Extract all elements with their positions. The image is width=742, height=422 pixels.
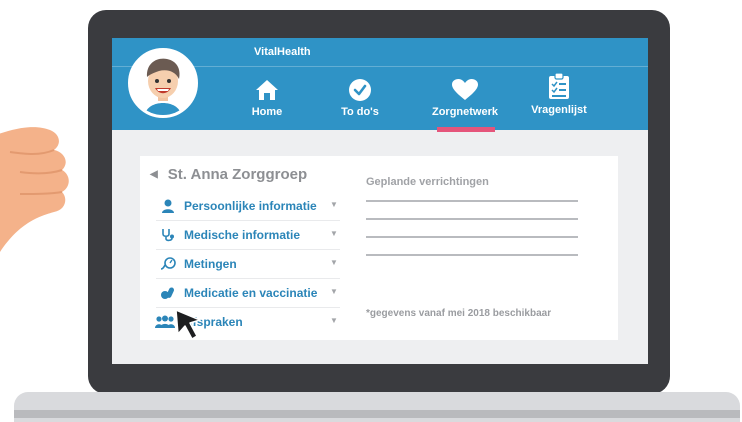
nav-label-home: Home <box>251 106 283 118</box>
nav-label-todos: To do's <box>341 106 379 118</box>
back-arrow-icon: ◀ <box>150 169 158 180</box>
menu-item-medische-informatie[interactable]: Medische informatie ▼ <box>156 221 340 250</box>
planned-procedures-title: Geplande verrichtingen <box>366 176 489 188</box>
people-icon <box>155 315 175 328</box>
menu-label: Medicatie en vaccinatie <box>184 286 318 300</box>
availability-footnote: *gegevens vanaf mei 2018 beschikbaar <box>366 308 552 319</box>
chevron-down-icon: ▼ <box>330 287 338 296</box>
placeholder-line <box>366 236 578 238</box>
chevron-down-icon: ▼ <box>330 316 338 325</box>
placeholder-line <box>366 254 578 256</box>
back-link[interactable]: ◀ St. Anna Zorggroep <box>150 166 307 183</box>
nav-zorgnetwerk[interactable]: Zorgnetwerk <box>420 78 510 118</box>
meter-icon <box>160 257 176 270</box>
content-panel: ◀ St. Anna Zorggroep Persoonlijke informa… <box>140 156 618 340</box>
menu-label: Metingen <box>184 257 237 271</box>
hand-illustration <box>0 127 69 252</box>
menu-item-medicatie-en-vaccinatie[interactable]: Medicatie en vaccinatie ▼ <box>156 279 340 308</box>
menu-item-metingen[interactable]: Metingen ▼ <box>156 250 340 279</box>
pills-icon <box>161 287 175 299</box>
organization-title: St. Anna Zorggroep <box>167 166 308 183</box>
nav-vragenlijst[interactable]: Vragenlijst <box>514 72 604 116</box>
laptop-base-edge <box>14 410 740 418</box>
nav-label-zorgnetwerk: Zorgnetwerk <box>431 106 498 118</box>
check-circle-icon <box>349 79 371 101</box>
chevron-down-icon: ▼ <box>330 229 338 238</box>
brand-name: VitalHealth <box>254 46 311 58</box>
placeholder-line <box>366 200 578 202</box>
chevron-down-icon: ▼ <box>330 200 338 209</box>
nav-home[interactable]: Home <box>222 78 312 118</box>
menu-label: Medische informatie <box>184 228 301 242</box>
nav-todos[interactable]: To do's <box>315 78 405 118</box>
person-icon <box>162 199 174 213</box>
menu-item-persoonlijke-informatie[interactable]: Persoonlijke informatie ▼ <box>156 192 340 221</box>
mouse-pointer-icon <box>175 309 201 340</box>
menu-label: Persoonlijke informatie <box>184 199 317 213</box>
nav-label-vragenlijst: Vragenlijst <box>531 104 587 116</box>
chevron-down-icon: ▼ <box>330 258 338 267</box>
heart-icon <box>452 79 478 100</box>
top-navigation-bar: VitalHealth Home To do's Zorgnetwerk Vra… <box>112 38 648 130</box>
avatar[interactable] <box>128 48 198 118</box>
placeholder-line <box>366 218 578 220</box>
active-tab-indicator <box>437 127 495 132</box>
home-icon <box>256 80 278 100</box>
stethoscope-icon <box>162 229 174 242</box>
user-avatar-icon <box>131 51 195 115</box>
clipboard-icon <box>549 72 569 99</box>
